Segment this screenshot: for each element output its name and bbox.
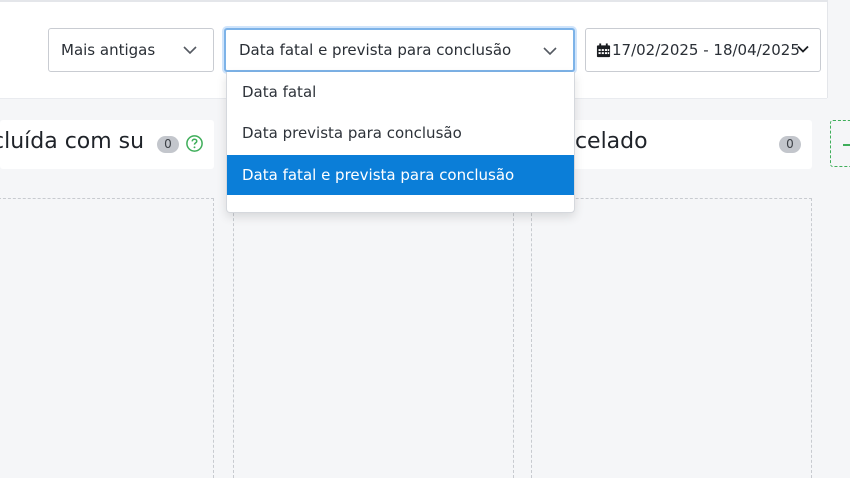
dropdown-option-data-fatal[interactable]: Data fatal xyxy=(227,72,574,112)
calendar-icon xyxy=(596,42,611,57)
column-header-concluded: cluída com su 0 xyxy=(0,120,214,169)
date-type-select-value: Data fatal e prevista para conclusão xyxy=(239,41,512,59)
add-column-button[interactable] xyxy=(830,120,850,167)
sort-select-value: Mais antigas xyxy=(61,41,156,59)
count-badge: 0 xyxy=(157,136,179,153)
column-title: cluída com su xyxy=(0,129,145,154)
kanban-column-dropzone xyxy=(233,198,514,478)
count-badge: 0 xyxy=(779,136,801,153)
plus-icon xyxy=(843,144,850,146)
dropdown-option-data-fatal-e-prevista[interactable]: Data fatal e prevista para conclusão xyxy=(227,155,574,195)
chevron-down-icon xyxy=(183,46,197,55)
kanban-column-dropzone xyxy=(531,198,812,478)
toolbar-divider xyxy=(827,0,828,98)
help-circle-icon[interactable] xyxy=(185,134,204,153)
dropdown-option-data-prevista[interactable]: Data prevista para conclusão xyxy=(227,113,574,153)
date-type-select[interactable]: Data fatal e prevista para conclusão xyxy=(224,28,575,72)
date-type-dropdown-menu: Data fatal Data prevista para conclusão … xyxy=(226,72,575,213)
date-range-value: 17/02/2025 - 18/04/2025 xyxy=(612,41,800,59)
kanban-column-dropzone xyxy=(0,198,214,478)
chevron-down-icon xyxy=(543,47,557,56)
sort-select[interactable]: Mais antigas xyxy=(48,28,214,72)
chevron-down-icon xyxy=(797,45,809,53)
date-range-picker[interactable]: 17/02/2025 - 18/04/2025 xyxy=(585,28,821,72)
